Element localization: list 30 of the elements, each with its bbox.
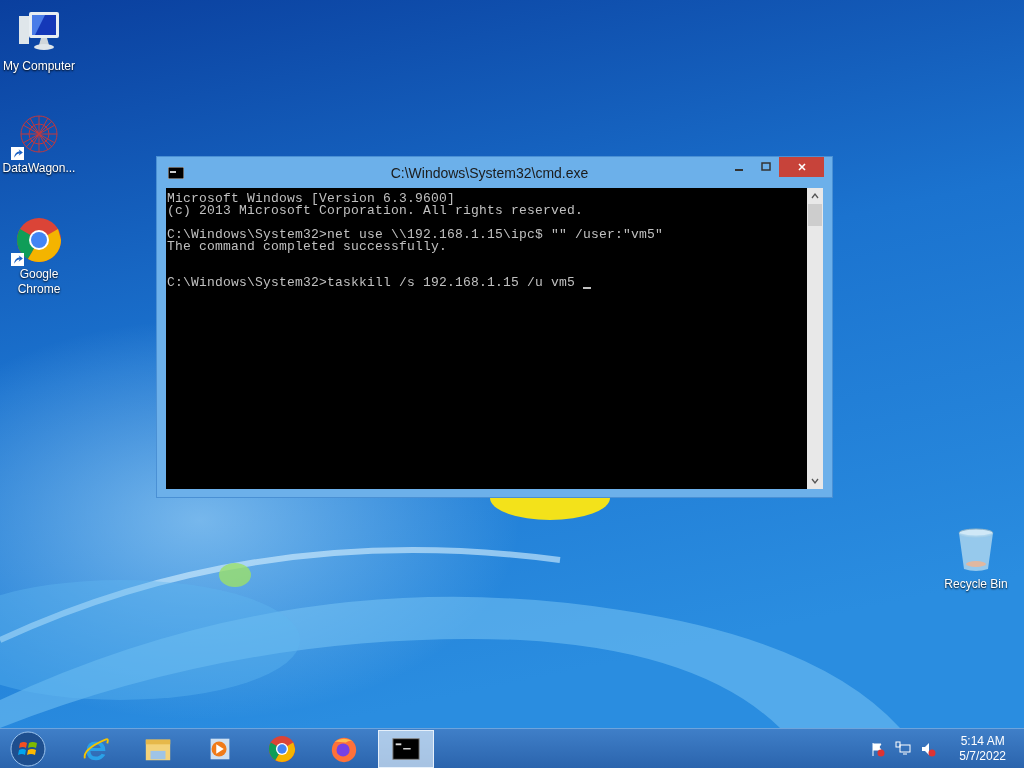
cmd-taskbar-icon[interactable]: [378, 729, 434, 768]
clock-date: 5/7/2022: [959, 748, 1006, 764]
minimize-icon: [734, 169, 743, 171]
icon-label[interactable]: My Computer: [3, 59, 75, 74]
text-cursor: [583, 287, 592, 289]
shortcut-arrow-icon: [11, 253, 24, 266]
console-line: Microsoft Windows [Version 6.3.9600]: [167, 193, 456, 205]
window-title: C:\Windows\System32\cmd.exe: [389, 164, 590, 181]
maximize-icon: [760, 162, 771, 172]
chrome-icon[interactable]: [15, 216, 63, 264]
scroll-thumb[interactable]: [808, 204, 822, 226]
scrollbar[interactable]: [807, 188, 823, 489]
console-line: The command completed successfully.: [167, 241, 448, 253]
flag-icon[interactable]: [870, 740, 887, 757]
console-line: (c) 2013 Microsoft Corporation. All rights reserved.: [167, 205, 584, 217]
icon-label[interactable]: Recycle Bin: [944, 577, 1008, 592]
close-button[interactable]: [779, 157, 824, 177]
icon-label[interactable]: DataWagon...: [2, 161, 76, 176]
icon-label[interactable]: Google Chrome: [0, 267, 78, 297]
scroll-up-icon[interactable]: [810, 191, 820, 201]
console-line: C:\Windows\System32>taskkill /s 192.168.1.15 /u vm5: [167, 277, 576, 289]
close-icon: [796, 162, 807, 172]
network-icon[interactable]: [895, 740, 912, 757]
console-icon: [168, 166, 184, 179]
scroll-down-icon[interactable]: [810, 476, 820, 486]
shortcut-arrow-icon: [11, 147, 24, 160]
clock-time: 5:14 AM: [960, 733, 1005, 749]
start-button[interactable]: [10, 730, 46, 767]
clock[interactable]: 5:14 AM 5/7/2022: [959, 733, 1006, 764]
console-line: C:\Windows\System32>net use \\192.168.1.15\ipc$ "" /user:"vm5": [167, 229, 664, 241]
